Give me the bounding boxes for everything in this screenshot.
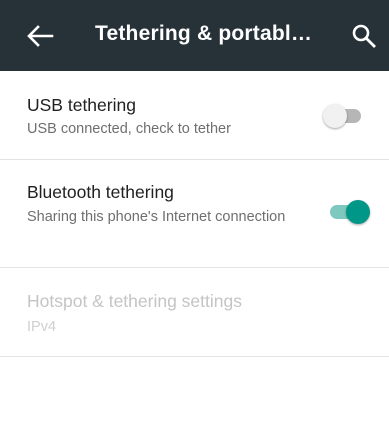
setting-title: USB tethering xyxy=(27,95,136,115)
switch-thumb xyxy=(346,200,370,224)
arrow-back-icon xyxy=(27,25,54,47)
bluetooth-tethering-switch[interactable] xyxy=(328,198,370,226)
setting-title: Bluetooth tethering xyxy=(27,182,174,202)
search-icon xyxy=(352,24,376,48)
setting-hotspot-tethering[interactable]: Hotspot & tethering settings IPv4 xyxy=(0,268,389,357)
page-title: Tethering & portabl… xyxy=(95,22,313,45)
setting-summary: USB connected, check to tether xyxy=(27,121,231,137)
search-button[interactable] xyxy=(350,22,378,50)
usb-tethering-switch[interactable] xyxy=(323,102,363,130)
app-bar: Tethering & portabl… xyxy=(0,0,389,71)
setting-summary: IPv4 xyxy=(27,319,57,335)
setting-bluetooth-tethering[interactable]: Bluetooth tethering Sharing this phone's… xyxy=(0,160,389,268)
back-button[interactable] xyxy=(22,21,58,51)
switch-thumb xyxy=(323,104,347,128)
setting-usb-tethering[interactable]: USB tethering USB connected, check to te… xyxy=(0,72,389,160)
setting-title: Hotspot & tethering settings xyxy=(27,291,242,311)
setting-summary: Sharing this phone's Internet connection xyxy=(27,209,286,225)
